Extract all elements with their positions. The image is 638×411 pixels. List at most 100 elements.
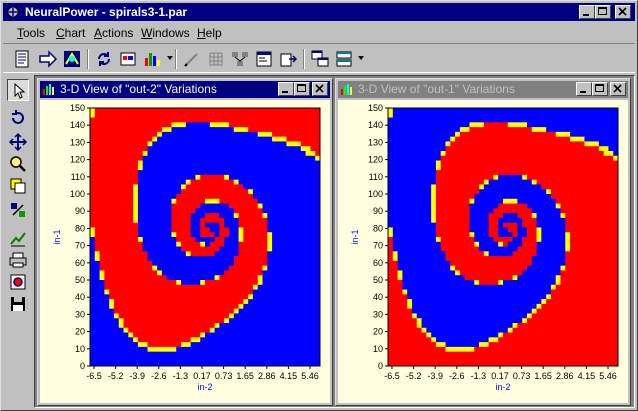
- heatmap-cell: [531, 179, 537, 185]
- rotate-tool-button[interactable]: [7, 107, 29, 129]
- refresh-button[interactable]: [93, 48, 115, 70]
- heatmap-chart[interactable]: 0102030405060708090100110120130140150-6.…: [40, 100, 330, 403]
- heatmap-cell: [560, 275, 566, 281]
- heatmap-cell: [190, 270, 196, 276]
- heatmap-cell: [176, 265, 182, 271]
- heatmap-chart[interactable]: 0102030405060708090100110120130140150-6.…: [338, 100, 628, 403]
- copy-tool-button[interactable]: [7, 175, 29, 197]
- menu-tools[interactable]: Tools: [17, 26, 45, 40]
- draw-line-button[interactable]: [181, 48, 203, 70]
- heatmap-cell: [147, 189, 153, 195]
- cascade-windows-button[interactable]: [309, 48, 331, 70]
- heatmap-cell: [233, 141, 239, 147]
- heatmap-cell: [594, 256, 600, 262]
- bar-chart-button[interactable]: [141, 48, 163, 70]
- heatmap-cell: [195, 251, 201, 257]
- heatmap-cell: [594, 155, 600, 161]
- maximize-button[interactable]: [595, 5, 611, 19]
- menu-actions[interactable]: Actions: [94, 26, 133, 40]
- scale-tool-button[interactable]: [7, 199, 29, 221]
- heatmap-cell: [531, 217, 537, 224]
- heatmap-cell: [455, 308, 461, 314]
- chart-maximize-button[interactable]: [592, 82, 608, 96]
- heatmap-cell: [185, 303, 192, 310]
- chart-window-titlebar[interactable]: 3-D View of "out-1" Variations: [338, 81, 628, 98]
- heatmap-cell: [310, 346, 316, 353]
- heatmap-cell: [171, 141, 177, 147]
- menu-help[interactable]: Help: [197, 26, 222, 40]
- heatmap-cell: [589, 318, 595, 324]
- move-tool-button[interactable]: [7, 131, 29, 153]
- heatmap-cell: [479, 308, 485, 314]
- chart-close-button[interactable]: [610, 82, 626, 96]
- heatmap-cell: [257, 356, 263, 362]
- heatmap-cell: [598, 146, 605, 152]
- notebook-button[interactable]: [11, 48, 33, 70]
- heatmap-cell: [426, 194, 432, 200]
- zoom-tool-button[interactable]: [7, 153, 29, 175]
- heatmap-cell: [267, 351, 273, 357]
- heatmap-cell: [300, 327, 307, 333]
- grid-button[interactable]: [205, 48, 227, 70]
- heatmap-cell: [555, 208, 561, 214]
- chart-dropdown-arrow[interactable]: [167, 56, 173, 60]
- heatmap-cell: [257, 222, 263, 228]
- heatmap-cell: [474, 232, 480, 238]
- heatmap-cell: [474, 289, 480, 295]
- heatmap-cell: [464, 260, 470, 267]
- network-view-button[interactable]: [229, 48, 251, 70]
- heatmap-cell: [483, 227, 490, 233]
- heatmap-cell: [522, 327, 528, 333]
- forward-button[interactable]: [37, 48, 59, 70]
- heatmap-cell: [440, 151, 446, 157]
- menu-chart[interactable]: Chart: [56, 26, 85, 40]
- heatmap-cell: [228, 275, 235, 281]
- chart-minimize-button[interactable]: [278, 82, 294, 96]
- heatmap-cell: [238, 275, 244, 281]
- heatmap-cell: [493, 256, 499, 262]
- heatmap-cell: [296, 351, 302, 357]
- heatmap-cell: [488, 108, 494, 114]
- close-button[interactable]: [615, 5, 631, 19]
- heatmap-cell: [185, 194, 192, 200]
- heatmap-cell: [488, 112, 494, 118]
- heatmap-cell: [522, 241, 528, 247]
- chart-minimize-button[interactable]: [576, 82, 592, 96]
- tile-windows-button[interactable]: [333, 48, 355, 70]
- heatmap-cell: [166, 203, 172, 209]
- heatmap-cell: [200, 108, 206, 114]
- window-titlebar[interactable]: NeuralPower - spirals3-1.par: [3, 3, 635, 21]
- chart-maximize-button[interactable]: [294, 82, 310, 96]
- chart-window-titlebar[interactable]: 3-D View of "out-2" Variations: [40, 81, 330, 98]
- select-tool-button[interactable]: [7, 79, 29, 101]
- heatmap-cell: [431, 174, 437, 181]
- heatmap-cell: [536, 232, 542, 238]
- export-button[interactable]: [277, 48, 299, 70]
- heatmap-cell: [109, 136, 115, 142]
- minimize-button[interactable]: [579, 5, 595, 19]
- heatmap-cell: [267, 127, 273, 133]
- heatmap-cell: [214, 208, 220, 214]
- view-image-button[interactable]: [7, 271, 29, 293]
- heatmap-cell: [157, 289, 163, 295]
- network-button[interactable]: [61, 48, 83, 70]
- heatmap-cell: [594, 160, 600, 166]
- chart-window-out-2[interactable]: 3-D View of "out-2" Variations 0 10 20 30 40…: [37, 78, 333, 406]
- menu-windows[interactable]: Windows: [141, 26, 190, 40]
- chart-window-out-1[interactable]: 3-D View of "out-1" Variations 0 10 20 30 40…: [335, 78, 631, 406]
- save-button[interactable]: [7, 293, 29, 315]
- heatmap-cell: [238, 351, 244, 357]
- heatmap-cell: [171, 184, 177, 190]
- heatmap-cell: [94, 284, 100, 290]
- heatmap-cell: [594, 131, 600, 138]
- window-dropdown-arrow[interactable]: [358, 56, 364, 60]
- heatmap-cell: [493, 308, 499, 314]
- heatmap-cell: [137, 179, 144, 185]
- chart-close-button[interactable]: [312, 82, 328, 96]
- properties-button[interactable]: [253, 48, 275, 70]
- print-report-button[interactable]: [117, 48, 139, 70]
- print-button[interactable]: [7, 249, 29, 271]
- edit-chart-button[interactable]: [7, 227, 29, 249]
- heatmap-cell: [464, 241, 470, 247]
- heatmap-cell: [574, 189, 581, 195]
